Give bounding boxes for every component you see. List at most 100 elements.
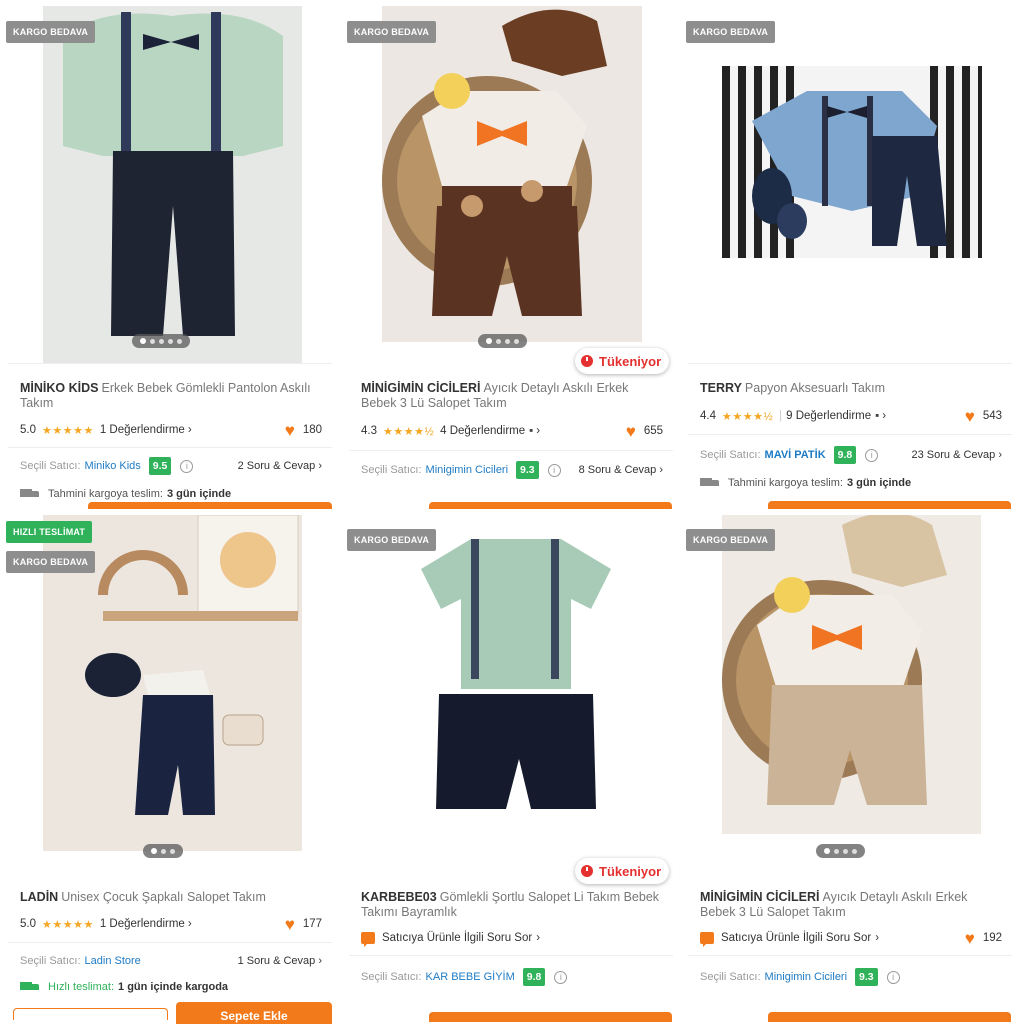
chevron-right-icon: › <box>536 425 541 437</box>
favorite-button[interactable]: ♥ 177 <box>285 916 322 933</box>
product-card-1[interactable]: KARGO BEDAVA MİNİKO KİDS Erkek Bebek Göml… <box>0 0 340 509</box>
chevron-right-icon: › <box>998 449 1002 461</box>
heart-icon[interactable]: ♥ <box>285 916 295 933</box>
add-to-cart-button[interactable] <box>429 1012 672 1022</box>
qa-link[interactable]: 23 Soru & Cevap › <box>911 449 1002 461</box>
product-title[interactable]: MİNİKO KİDS Erkek Bebek Gömlekli Pantolon… <box>20 381 326 411</box>
product-card-2[interactable]: KARGO BEDAVA Tükeniyor MİNİGİMİN CİCİLER… <box>341 0 681 509</box>
seller-row: Seçili Satıcı: Ladin Store 1 Soru & Ceva… <box>20 951 322 971</box>
seller-link[interactable]: Ladin Store <box>85 955 141 967</box>
product-card-6[interactable]: KARGO BEDAVA MİNİGİMİN CİCİLERİ Ayıcık De… <box>680 515 1020 1024</box>
product-card-3[interactable]: KARGO BEDAVA TERRY Papyon Aksesuarlı Takı… <box>680 0 1020 509</box>
product-title[interactable]: LADİN Unisex Çocuk Şapkalı Salopet Takım <box>20 890 326 905</box>
clock-icon <box>581 865 593 877</box>
divider <box>8 363 332 364</box>
add-to-cart-button[interactable] <box>429 502 672 509</box>
product-photo[interactable] <box>722 66 982 258</box>
reviews-link[interactable]: 1 Değerlendirme › <box>100 424 192 436</box>
image-carousel-dots[interactable] <box>143 844 183 858</box>
heart-icon[interactable]: ♥ <box>965 408 975 425</box>
product-image-area[interactable]: KARGO BEDAVA <box>680 515 1020 881</box>
buy-now-button[interactable] <box>13 1008 168 1020</box>
heart-icon[interactable]: ♥ <box>965 930 975 947</box>
product-title[interactable]: KARBEBE03 Gömlekli Şortlu Salopet Li Takı… <box>361 890 667 920</box>
rating-row: 4.4 ★★★★½ | 9 Değerlendirme ▪ › ♥ 543 <box>700 407 1002 425</box>
add-to-cart-button[interactable] <box>768 1012 1011 1022</box>
info-icon[interactable]: i <box>886 970 900 984</box>
add-to-cart-button[interactable] <box>768 501 1011 509</box>
seller-link[interactable]: Miniko Kids <box>85 460 141 472</box>
qa-link[interactable]: 2 Soru & Cevap › <box>238 460 322 472</box>
low-stock-label: Tükeniyor <box>599 863 662 879</box>
chevron-right-icon: › <box>187 424 192 436</box>
product-photo[interactable] <box>722 515 981 834</box>
info-icon[interactable]: i <box>547 463 561 477</box>
product-photo[interactable] <box>401 529 631 829</box>
ask-seller-row[interactable]: Satıcıya Ürünle İlgili Soru Sor › ♥ 192 <box>700 929 1002 947</box>
chevron-right-icon: › <box>659 464 663 476</box>
product-brand: KARBEBE03 <box>361 890 437 904</box>
product-image-area[interactable]: KARGO BEDAVA <box>0 0 340 366</box>
carousel-dot[interactable] <box>496 338 501 344</box>
favorite-button[interactable]: ♥ 655 <box>626 423 663 440</box>
carousel-dot[interactable] <box>159 338 164 344</box>
carousel-dot[interactable] <box>177 338 182 344</box>
info-icon[interactable]: i <box>554 970 568 984</box>
carousel-dot[interactable] <box>486 338 492 344</box>
carousel-dot[interactable] <box>834 848 839 854</box>
add-to-cart-button[interactable] <box>88 502 332 509</box>
image-carousel-dots[interactable] <box>478 334 527 348</box>
product-title[interactable]: TERRY Papyon Aksesuarlı Takım <box>700 381 1006 396</box>
qa-link[interactable]: 8 Soru & Cevap › <box>579 464 663 476</box>
heart-icon[interactable]: ♥ <box>285 422 295 439</box>
product-photo[interactable] <box>43 6 302 363</box>
heart-icon[interactable]: ♥ <box>626 423 636 440</box>
image-carousel-dots[interactable] <box>816 844 865 858</box>
chevron-right-icon: › <box>882 410 887 422</box>
carousel-dot[interactable] <box>843 848 848 854</box>
favorite-button[interactable]: ♥ 543 <box>965 408 1002 425</box>
product-card-5[interactable]: KARGO BEDAVA Tükeniyor KARBEBE03 Gömlekli… <box>341 515 681 1024</box>
product-image-area[interactable]: KARGO BEDAVA <box>680 0 1020 366</box>
seller-link[interactable]: Minigimin Cicileri <box>426 464 509 476</box>
product-title[interactable]: MİNİGİMİN CİCİLERİ Ayıcık Detaylı Askılı … <box>700 890 1006 920</box>
product-title[interactable]: MİNİGİMİN CİCİLERİ Ayıcık Detaylı Askılı … <box>361 381 667 411</box>
carousel-dot[interactable] <box>161 848 166 854</box>
carousel-dot[interactable] <box>824 848 830 854</box>
info-icon[interactable]: i <box>180 459 194 473</box>
seller-link[interactable]: MAVİ PATİK <box>765 449 826 461</box>
product-image-area[interactable]: KARGO BEDAVA Tükeniyor <box>341 0 681 374</box>
carousel-dot[interactable] <box>852 848 857 854</box>
reviews-link[interactable]: 4 Değerlendirme ▪ › <box>440 425 540 437</box>
favorite-button[interactable]: ♥ 192 <box>965 930 1002 947</box>
favorite-button[interactable]: ♥ 180 <box>285 422 322 439</box>
product-image-area[interactable]: KARGO BEDAVA Tükeniyor <box>341 515 681 884</box>
carousel-dot[interactable] <box>150 338 155 344</box>
reviews-link[interactable]: 9 Değerlendirme ▪ › <box>786 410 886 422</box>
ask-seller-link[interactable]: Satıcıya Ürünle İlgili Soru Sor <box>721 932 871 944</box>
seller-link[interactable]: KAR BEBE GİYİM <box>426 971 515 983</box>
seller-link[interactable]: Minigimin Cicileri <box>765 971 848 983</box>
info-icon[interactable]: i <box>865 448 879 462</box>
ask-seller-link[interactable]: Satıcıya Ürünle İlgili Soru Sor <box>382 932 532 944</box>
product-card-4[interactable]: HIZLI TESLİMAT KARGO BEDAVA LADİN Unisex … <box>0 515 340 1024</box>
carousel-dot[interactable] <box>140 338 146 344</box>
qa-link[interactable]: 1 Soru & Cevap › <box>238 955 322 967</box>
reviews-link[interactable]: 1 Değerlendirme › <box>100 918 192 930</box>
image-carousel-dots[interactable] <box>132 334 190 348</box>
divider <box>8 942 332 943</box>
carousel-dot[interactable] <box>514 338 519 344</box>
seller-label: Seçili Satıcı: <box>700 449 761 461</box>
carousel-dot[interactable] <box>505 338 510 344</box>
carousel-dot[interactable] <box>170 848 175 854</box>
product-image-area[interactable]: HIZLI TESLİMAT KARGO BEDAVA <box>0 515 340 881</box>
seller-label: Seçili Satıcı: <box>20 460 81 472</box>
fast-delivery-badge: HIZLI TESLİMAT <box>6 521 93 543</box>
carousel-dot[interactable] <box>151 848 157 854</box>
ask-seller-row[interactable]: Satıcıya Ürünle İlgili Soru Sor › <box>361 929 663 947</box>
product-photo[interactable] <box>382 6 642 342</box>
add-to-basket-button[interactable]: Sepete Ekle <box>176 1002 332 1024</box>
shipping-time: 3 gün içinde <box>846 477 912 489</box>
carousel-dot[interactable] <box>168 338 173 344</box>
seller-row: Seçili Satıcı: Miniko Kids 9.5 i 2 Soru … <box>20 456 322 476</box>
